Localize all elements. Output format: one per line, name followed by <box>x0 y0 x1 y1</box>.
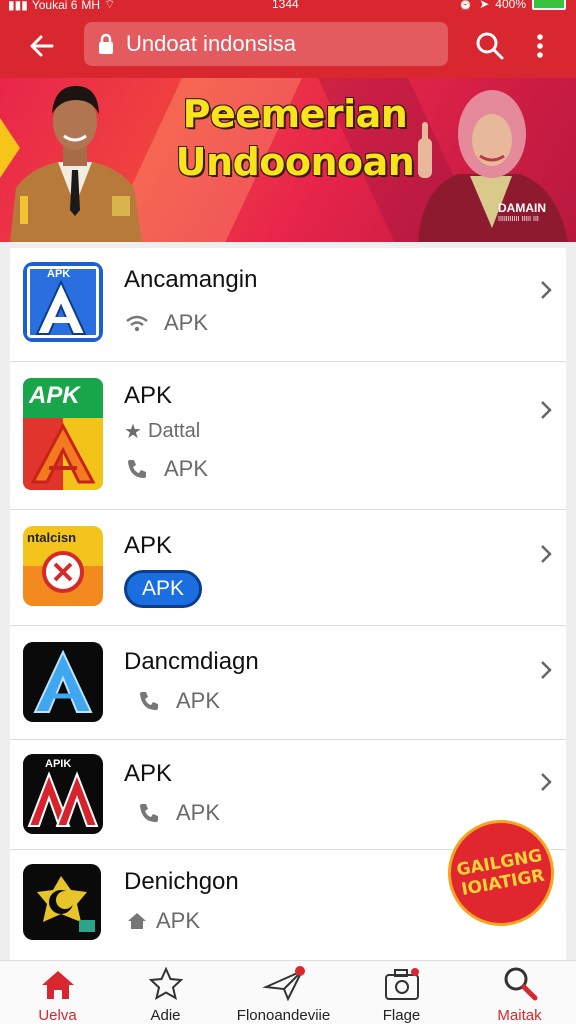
app-meta: APK <box>124 310 208 336</box>
officer-figure <box>10 86 142 242</box>
send-icon <box>261 961 306 1001</box>
app-meta-label: APK <box>164 310 209 335</box>
speaker-figure <box>418 90 568 242</box>
back-button[interactable] <box>22 26 62 66</box>
search-icon <box>476 32 504 60</box>
app-icon: APK <box>23 262 103 342</box>
network-label: MH <box>81 0 101 12</box>
nav-item-send[interactable]: Flonoandeviie <box>226 961 341 1024</box>
app-rating-label: Dattal <box>148 419 201 442</box>
promo-banner[interactable]: Peemerian Undoonoan DAMAIN IIIIIIIIIII I… <box>0 78 576 242</box>
app-name: Denichgon <box>124 868 239 895</box>
banner-headline: Peemerian Undoonoan <box>170 90 420 186</box>
app-name: APK <box>124 382 173 409</box>
phone-icon <box>136 800 162 826</box>
banner-badge: DAMAIN IIIIIIIIIII IIIII III <box>498 202 546 226</box>
app-name: Dancmdiagn <box>124 648 259 675</box>
home-icon <box>40 961 76 1001</box>
lock-icon <box>94 32 118 56</box>
promo-floating-button[interactable]: GAILGNG IOIATIGR <box>448 820 554 926</box>
status-bar: ▮▮▮ Youkai 6 MH ⌔ 1344 ⏰ ➤ 400% <box>0 0 576 14</box>
more-vertical-icon <box>537 34 543 58</box>
more-options-button[interactable] <box>524 26 556 66</box>
search-button[interactable] <box>470 26 510 66</box>
app-bar <box>0 14 576 78</box>
phone-icon <box>136 688 162 714</box>
app-name: Ancamangin <box>124 266 258 293</box>
nav-label: Uelva <box>38 1007 77 1024</box>
app-icon <box>23 642 103 722</box>
status-time: 1344 <box>272 0 299 11</box>
nav-label: Flonoandeviie <box>236 1007 331 1024</box>
promo-floating-text: GAILGNG IOIATIGR <box>455 846 547 900</box>
app-meta-label: APK <box>164 456 209 481</box>
camera-icon <box>383 961 421 1001</box>
star-icon: ★ <box>124 420 142 443</box>
status-right: ⏰ ➤ 400% <box>458 0 566 11</box>
app-meta: APK <box>136 688 220 714</box>
star-icon <box>148 961 183 1001</box>
nav-label: Flage <box>382 1007 421 1024</box>
phone-icon <box>124 456 150 482</box>
alarm-icon: ⏰ <box>458 0 474 11</box>
apk-badge-button[interactable]: APK <box>124 570 202 608</box>
nav-item-camera[interactable]: Flage <box>344 961 459 1024</box>
chevron-right-icon <box>536 542 556 566</box>
bottom-navigation: Uelva Adie Flonoandeviie Flage Maitak <box>0 960 576 1024</box>
app-icon <box>23 864 101 940</box>
banner-badge-sub: IIIIIIIIIII IIIII III <box>498 216 539 223</box>
banner-badge-title: DAMAIN <box>498 201 546 215</box>
location-icon: ➤ <box>479 0 490 11</box>
signal-icon: ▮▮▮ <box>8 0 28 12</box>
app-icon-label: ntalcisn <box>27 530 77 545</box>
app-icon: ntalcisn <box>23 526 103 606</box>
app-icon: APK <box>23 378 103 490</box>
battery-percent: 400% <box>495 0 526 11</box>
app-name: APK <box>124 532 173 559</box>
app-meta-label: APK <box>156 908 201 933</box>
app-rating: ★ Dattal <box>124 418 200 444</box>
app-name: APK <box>124 760 173 787</box>
close-circle-icon <box>42 551 84 593</box>
wifi-icon <box>124 310 150 336</box>
list-item[interactable]: ntalcisn APK APK <box>10 510 566 626</box>
chevron-right-icon <box>536 278 556 302</box>
nav-label: Maitak <box>497 1007 542 1024</box>
nav-label: Adie <box>150 1007 181 1024</box>
list-item[interactable]: Dancmdiagn APK <box>10 626 566 740</box>
status-left: ▮▮▮ Youkai 6 MH ⌔ <box>8 0 115 12</box>
banner-headline-line2: Undoonoan <box>175 140 415 184</box>
banner-headline-line1: Peemerian <box>182 92 408 136</box>
wifi-status-icon: ⌔ <box>104 0 116 11</box>
app-meta-label: APK <box>176 688 221 713</box>
app-meta: APK <box>124 908 200 934</box>
app-icon: APIK <box>23 754 103 834</box>
chevron-right-icon <box>536 770 556 794</box>
app-icon-label: APK <box>29 382 80 409</box>
letter-a-icon <box>33 649 93 713</box>
app-meta: APK <box>124 456 208 482</box>
chevron-right-icon <box>536 658 556 682</box>
nav-item-search[interactable]: Maitak <box>462 961 576 1024</box>
nav-item-favorites[interactable]: Adie <box>108 961 223 1024</box>
battery-icon <box>532 0 566 10</box>
list-item[interactable]: APK APK ★ Dattal APK <box>10 362 566 510</box>
letter-a-icon <box>35 279 87 335</box>
back-arrow-icon <box>30 35 54 57</box>
search-input[interactable] <box>126 31 426 57</box>
list-item[interactable]: APK Ancamangin APK <box>10 248 566 362</box>
app-meta-label: APK <box>176 800 221 825</box>
app-meta: APK <box>136 800 220 826</box>
letter-a-icon <box>30 422 96 484</box>
carrier-label: Youkai 6 <box>31 0 78 12</box>
search-box[interactable] <box>84 22 448 66</box>
chevron-right-icon <box>536 398 556 422</box>
letter-a-icon <box>27 771 99 827</box>
search-icon <box>502 961 538 1001</box>
house-icon <box>124 908 150 934</box>
nav-item-home[interactable]: Uelva <box>0 961 115 1024</box>
